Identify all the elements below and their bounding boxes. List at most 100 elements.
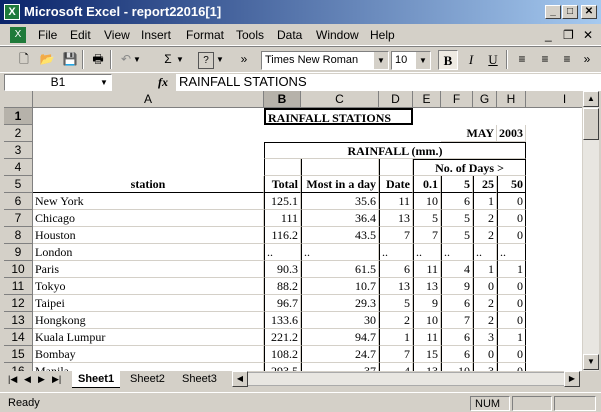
row-header-4[interactable]: 4 (4, 159, 33, 176)
data-cell-d25[interactable]: 1 (473, 261, 497, 278)
rainfall-header-cell[interactable]: RAINFALL (mm.) (264, 142, 526, 159)
row-header-15[interactable]: 15 (4, 346, 33, 363)
data-cell-d50[interactable]: 1 (497, 261, 526, 278)
data-cell-date[interactable]: 2 (379, 312, 413, 329)
row-header-9[interactable]: 9 (4, 244, 33, 261)
data-cell-date[interactable]: 6 (379, 261, 413, 278)
chevron-down-icon[interactable]: ▼ (97, 75, 111, 90)
bold-button[interactable]: B (438, 50, 458, 70)
header-cell-d50[interactable]: 50 (497, 176, 526, 193)
row-header-14[interactable]: 14 (4, 329, 33, 346)
save-icon[interactable]: 💾 (60, 50, 80, 69)
data-cell-d01[interactable]: 11 (413, 261, 441, 278)
data-cell-d5[interactable]: 6 (441, 329, 473, 346)
scroll-right-icon[interactable]: ▶ (564, 371, 580, 387)
data-cell-d01[interactable]: 10 (413, 312, 441, 329)
align-left-icon[interactable]: ≡ (512, 50, 532, 69)
scroll-thumb[interactable] (583, 108, 599, 140)
station-name-cell[interactable]: Bombay (33, 346, 264, 363)
station-name-cell[interactable]: Tokyo (33, 278, 264, 295)
prev-sheet-icon[interactable]: ◀ (22, 371, 33, 387)
station-name-cell[interactable]: Paris (33, 261, 264, 278)
data-cell-date[interactable]: .. (379, 244, 413, 261)
row-header-8[interactable]: 8 (4, 227, 33, 244)
data-cell-d50[interactable]: 0 (497, 210, 526, 227)
data-cell-d50[interactable]: 1 (497, 329, 526, 346)
help-dropdown-icon[interactable]: ▼ (215, 50, 225, 69)
new-document-icon[interactable]: 🗋 (14, 50, 34, 69)
scroll-left-icon[interactable]: ◀ (232, 371, 248, 387)
data-cell-d50[interactable]: 0 (497, 193, 526, 210)
data-cell-d50[interactable]: 0 (497, 295, 526, 312)
tab-sheet2[interactable]: Sheet2 (124, 371, 171, 387)
chevron-down-icon[interactable]: ▼ (415, 52, 430, 69)
data-cell-date[interactable]: 7 (379, 346, 413, 363)
data-cell-date[interactable]: 13 (379, 278, 413, 295)
header-cell-total[interactable]: Total (264, 176, 301, 193)
minimize-button[interactable]: _ (545, 5, 561, 19)
header-cell-d5[interactable]: 5 (441, 176, 473, 193)
column-header-d[interactable]: D (379, 91, 413, 108)
maximize-button[interactable]: □ (562, 5, 578, 19)
data-cell-date[interactable]: 4 (379, 363, 413, 371)
select-all-corner[interactable] (4, 91, 33, 108)
data-cell-d5[interactable]: 6 (441, 295, 473, 312)
header-cell-d01[interactable]: 0.1 (413, 176, 441, 193)
data-cell-d25[interactable]: 2 (473, 312, 497, 329)
name-box[interactable]: B1 ▼ (4, 74, 112, 91)
data-cell-d25[interactable]: 3 (473, 363, 497, 371)
tab-sheet1[interactable]: Sheet1 (72, 371, 121, 388)
data-cell-d5[interactable]: 6 (441, 193, 473, 210)
data-cell-d50[interactable]: .. (497, 244, 526, 261)
row-header-7[interactable]: 7 (4, 210, 33, 227)
tab-sheet3[interactable]: Sheet3 (176, 371, 223, 387)
underline-button[interactable]: U (483, 50, 503, 70)
chevron-down-icon[interactable]: ▼ (373, 52, 388, 69)
data-cell-date[interactable]: 5 (379, 295, 413, 312)
menu-view[interactable]: View (104, 28, 130, 42)
data-cell-total[interactable]: 108.2 (264, 346, 301, 363)
row-header-13[interactable]: 13 (4, 312, 33, 329)
data-cell-d5[interactable]: 6 (441, 346, 473, 363)
font-size-select[interactable]: 10 ▼ (391, 51, 431, 70)
column-header-g[interactable]: G (473, 91, 497, 108)
column-header-a[interactable]: A (33, 91, 264, 108)
undo-dropdown-icon[interactable]: ▼ (132, 50, 142, 69)
data-cell-date[interactable]: 7 (379, 227, 413, 244)
data-cell-d50[interactable]: 0 (497, 346, 526, 363)
data-cell-date[interactable]: 1 (379, 329, 413, 346)
data-cell-d25[interactable]: 3 (473, 329, 497, 346)
menu-insert[interactable]: Insert (141, 28, 171, 42)
month-cell[interactable]: MAY (441, 125, 497, 142)
empty-cell[interactable] (264, 159, 301, 176)
menu-edit[interactable]: Edit (70, 28, 91, 42)
station-name-cell[interactable]: Hongkong (33, 312, 264, 329)
data-cell-date[interactable]: 13 (379, 210, 413, 227)
data-cell-most[interactable]: .. (301, 244, 379, 261)
column-header-f[interactable]: F (441, 91, 473, 108)
scroll-up-icon[interactable]: ▲ (583, 91, 599, 107)
data-cell-d50[interactable]: 0 (497, 278, 526, 295)
data-cell-d50[interactable]: 0 (497, 312, 526, 329)
doc-close-button[interactable]: ✕ (583, 28, 593, 42)
doc-restore-button[interactable]: ❐ (563, 28, 574, 42)
data-cell-most[interactable]: 30 (301, 312, 379, 329)
data-cell-total[interactable]: 221.2 (264, 329, 301, 346)
station-name-cell[interactable]: Manila (33, 363, 264, 371)
header-cell-date[interactable]: Date (379, 176, 413, 193)
data-cell-total[interactable]: 88.2 (264, 278, 301, 295)
print-icon[interactable]: 🖶 (88, 50, 108, 69)
days-header-cell[interactable]: No. of Days > (413, 159, 526, 176)
header-cell-most[interactable]: Most in a day (301, 176, 379, 193)
data-cell-total[interactable]: 111 (264, 210, 301, 227)
data-cell-d5[interactable]: 4 (441, 261, 473, 278)
workbook-icon[interactable]: X (10, 27, 26, 43)
first-sheet-icon[interactable]: |◀ (6, 371, 19, 387)
station-name-cell[interactable]: Chicago (33, 210, 264, 227)
formula-input[interactable]: RAINFALL STATIONS (176, 74, 601, 91)
column-header-e[interactable]: E (413, 91, 441, 108)
row-header-3[interactable]: 3 (4, 142, 33, 159)
empty-cell[interactable] (379, 159, 413, 176)
spreadsheet-grid[interactable]: A B C D E F G H I 1 2 3 4 5 6 7 8 9 10 11 12 13 14 15 16 RAINFALL… (4, 91, 582, 371)
data-cell-total[interactable]: 116.2 (264, 227, 301, 244)
